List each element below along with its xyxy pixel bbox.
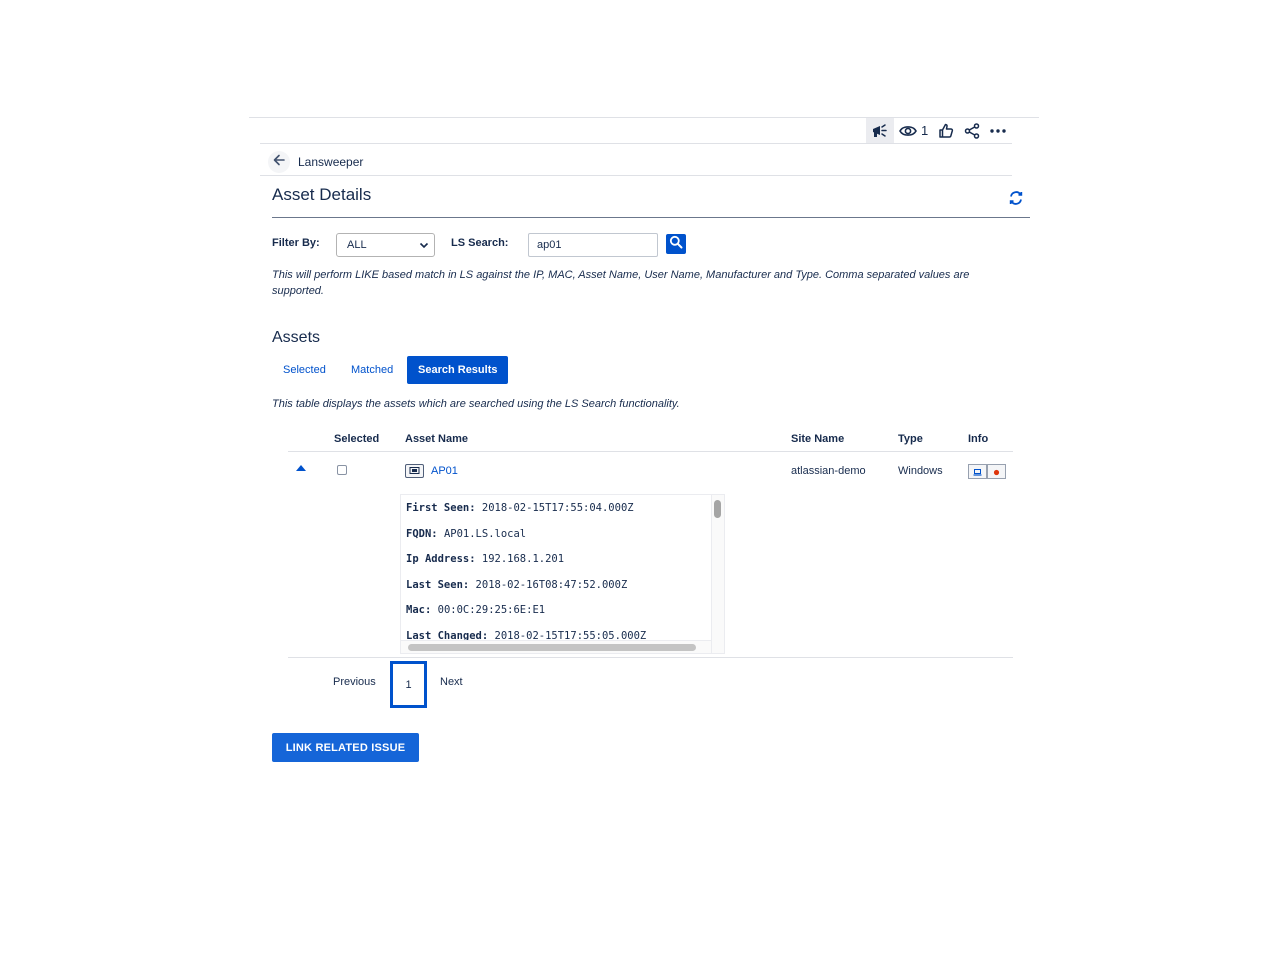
- feedback-button[interactable]: [866, 118, 894, 143]
- tab-search-results[interactable]: Search Results: [407, 356, 509, 384]
- detail-ip-address: Ip Address: 192.168.1.201: [406, 553, 565, 565]
- megaphone-icon: [871, 123, 889, 139]
- more-icon: [990, 128, 1006, 134]
- page-title: Asset Details: [272, 185, 372, 204]
- toolbar-divider: [260, 143, 1012, 144]
- filter-by-value: ALL: [347, 239, 367, 251]
- vertical-scrollbar[interactable]: [711, 495, 724, 653]
- chevron-down-icon: [419, 240, 429, 253]
- info-details-button[interactable]: [968, 464, 987, 479]
- info-alert-button[interactable]: [987, 464, 1006, 479]
- arrow-left-icon: [273, 153, 285, 171]
- more-actions-button[interactable]: [985, 118, 1011, 143]
- assets-heading: Assets: [272, 329, 321, 346]
- site-name-cell: atlassian-demo: [791, 465, 866, 477]
- share-icon: [964, 122, 980, 139]
- filter-by-select[interactable]: ALL: [336, 233, 435, 257]
- detail-first-seen: First Seen: 2018-02-15T17:55:04.000Z: [406, 502, 634, 514]
- search-hint: This will perform LIKE based match in LS…: [272, 269, 970, 297]
- column-header-type: Type: [898, 433, 923, 445]
- type-cell: Windows: [898, 465, 943, 477]
- refresh-button[interactable]: [1007, 189, 1025, 207]
- tab-matched[interactable]: Matched: [340, 356, 404, 384]
- title-divider: [272, 217, 1030, 218]
- watch-button[interactable]: 1: [894, 118, 933, 143]
- share-button[interactable]: [959, 118, 985, 143]
- pagination-page-1[interactable]: 1: [390, 661, 427, 708]
- collapse-row-icon[interactable]: [296, 465, 306, 471]
- vote-button[interactable]: [933, 118, 959, 143]
- horizontal-scrollbar-thumb[interactable]: [408, 644, 696, 651]
- pagination-next[interactable]: Next: [440, 676, 463, 688]
- table-bottom-divider: [288, 657, 1013, 658]
- column-header-asset-name: Asset Name: [405, 433, 468, 445]
- breadcrumb-divider: [260, 175, 1012, 176]
- row-select-checkbox[interactable]: [337, 465, 347, 475]
- refresh-icon: [1007, 191, 1025, 211]
- computer-icon: [405, 464, 424, 478]
- breadcrumb[interactable]: Lansweeper: [298, 155, 363, 169]
- table-description: This table displays the assets which are…: [272, 398, 680, 410]
- back-button[interactable]: [268, 151, 290, 173]
- search-icon: [669, 235, 683, 254]
- issue-toolbar: 1: [866, 118, 1011, 143]
- laptop-icon: [973, 463, 982, 481]
- tab-selected[interactable]: Selected: [272, 356, 337, 384]
- detail-last-seen: Last Seen: 2018-02-16T08:47:52.000Z: [406, 579, 628, 591]
- column-header-site-name: Site Name: [791, 433, 845, 445]
- filter-by-label: Filter By:: [272, 237, 320, 249]
- asset-name-link[interactable]: AP01: [431, 465, 458, 477]
- column-header-info: Info: [968, 433, 989, 445]
- search-button[interactable]: [666, 234, 686, 254]
- asset-details-panel[interactable]: First Seen: 2018-02-15T17:55:04.000Z FQD…: [400, 494, 725, 654]
- pagination-previous[interactable]: Previous: [333, 676, 376, 688]
- ls-search-input[interactable]: ap01: [528, 233, 658, 257]
- alert-icon: [993, 463, 1000, 481]
- detail-mac: Mac: 00:0C:29:25:6E:E1: [406, 604, 546, 616]
- column-header-selected: Selected: [334, 433, 380, 445]
- ls-search-label: LS Search:: [451, 237, 509, 249]
- link-related-issue-button[interactable]: LINK RELATED ISSUE: [272, 733, 419, 762]
- header-divider: [288, 451, 1013, 452]
- detail-fqdn: FQDN: AP01.LS.local: [406, 528, 527, 540]
- vertical-scrollbar-thumb[interactable]: [714, 500, 721, 518]
- thumbs-up-icon: [938, 123, 954, 139]
- eye-icon: [899, 124, 917, 138]
- watch-count: 1: [921, 123, 929, 138]
